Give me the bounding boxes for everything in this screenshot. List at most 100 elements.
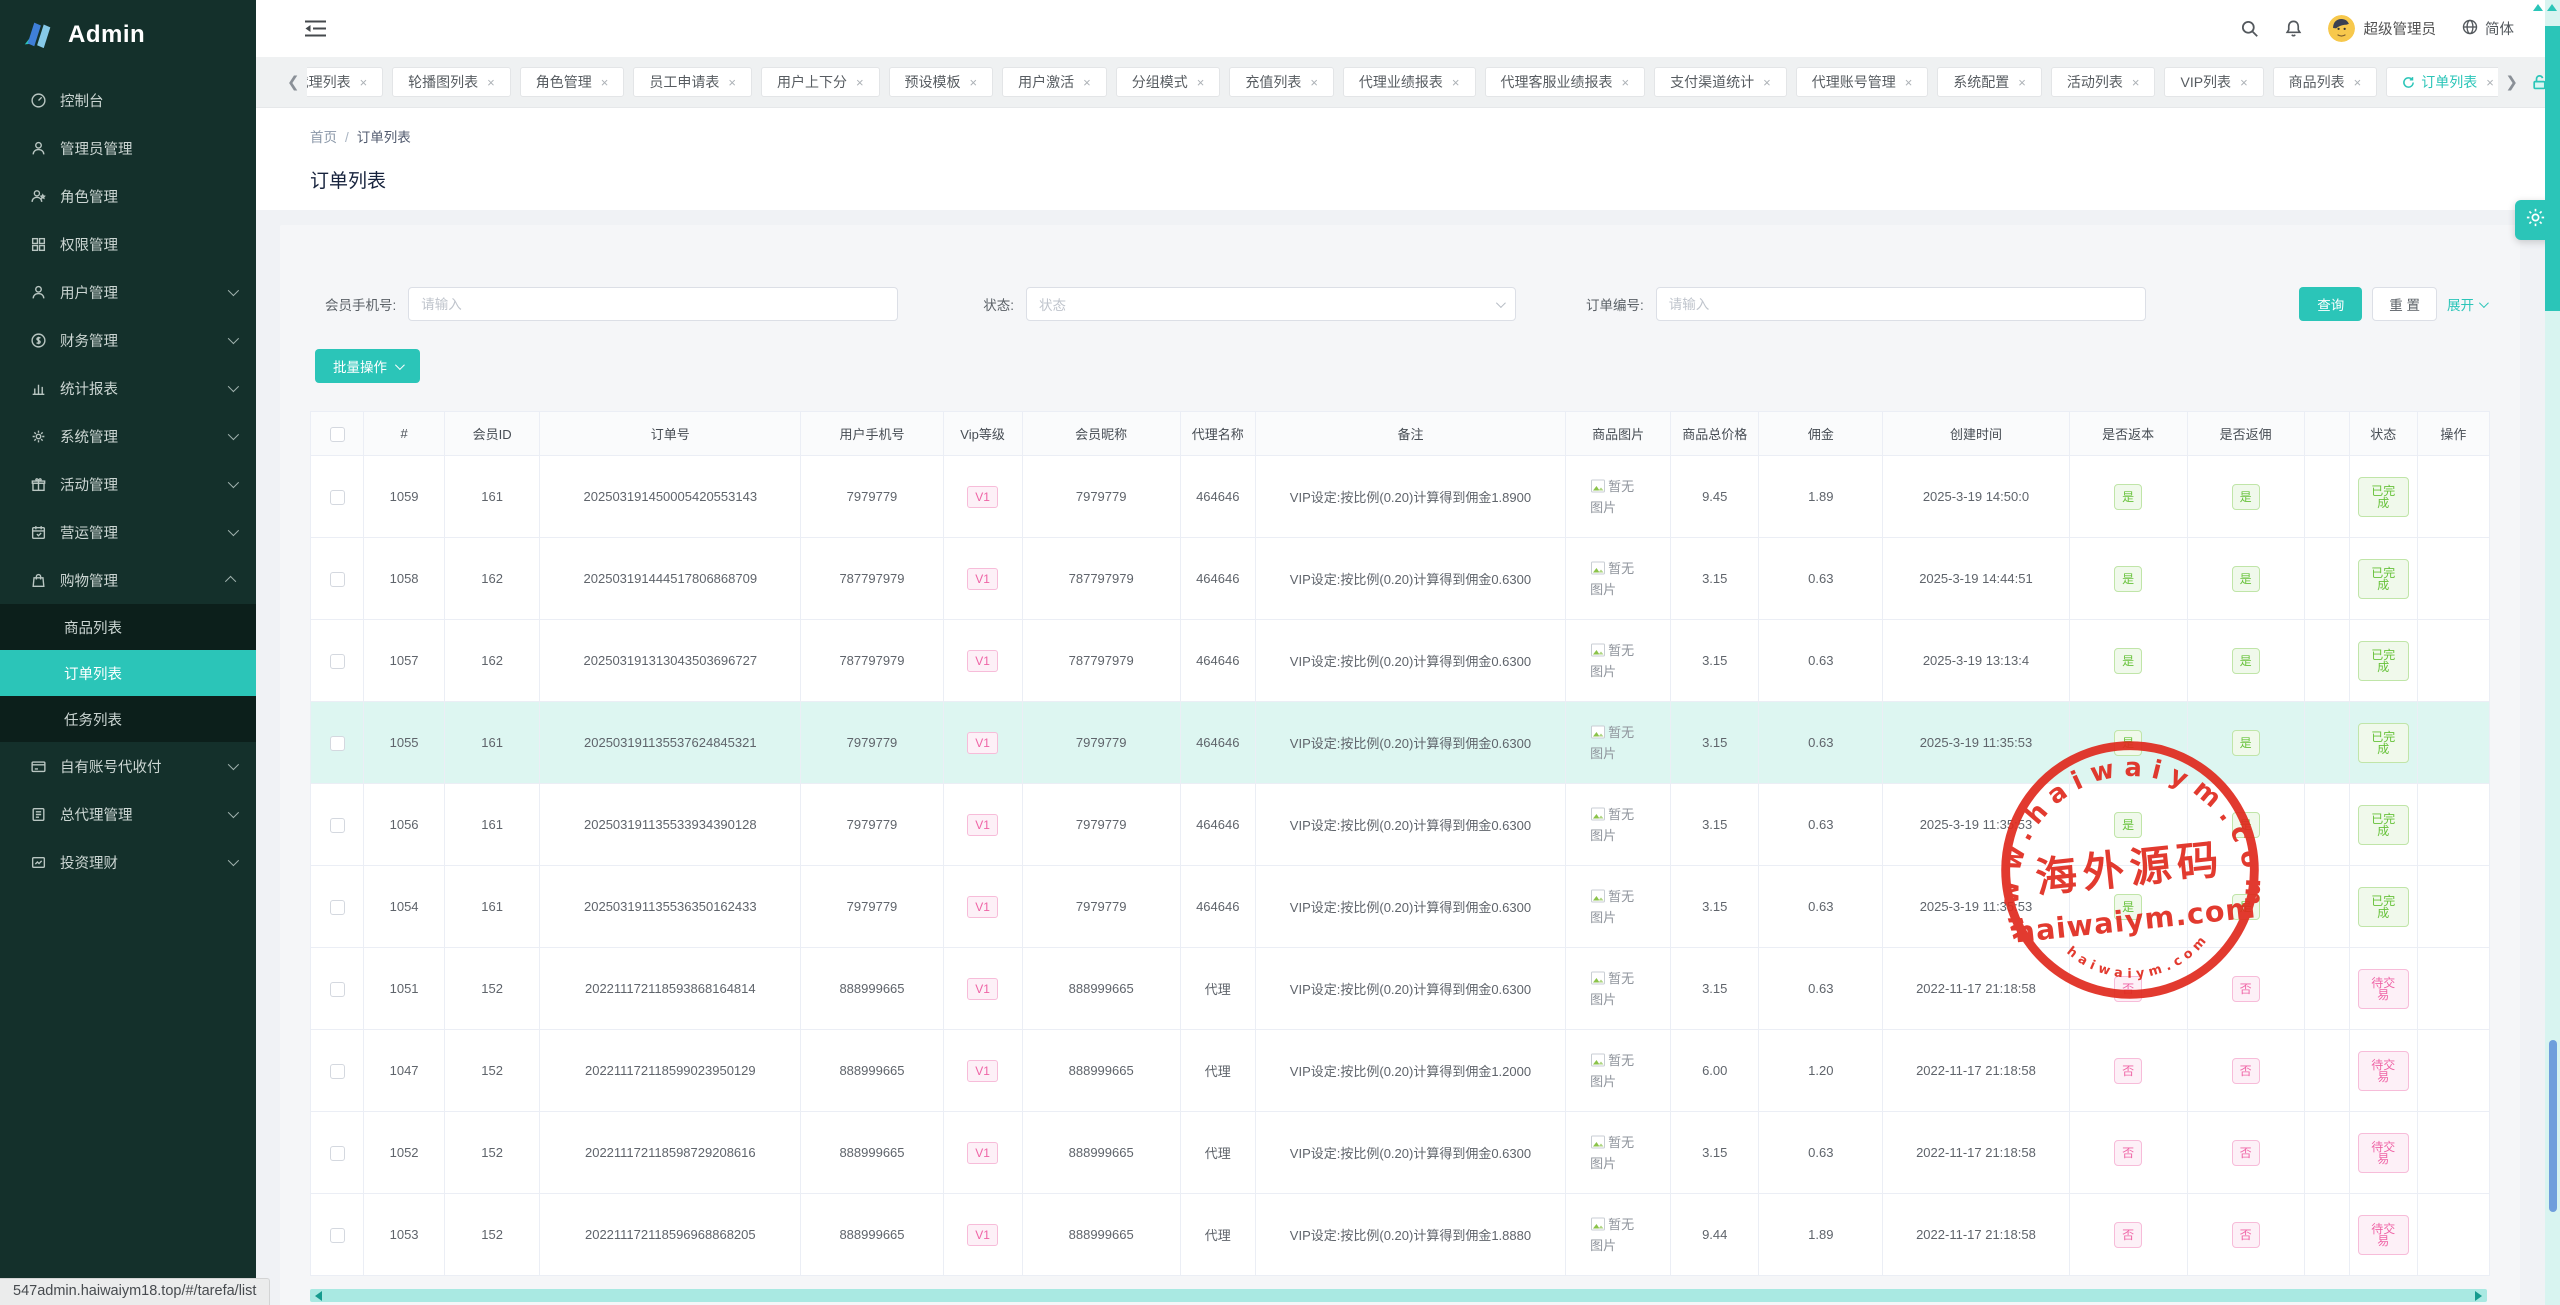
sidebar-item-system[interactable]: 系统管理 xyxy=(0,412,256,460)
brand-logo[interactable]: Admin xyxy=(0,0,256,70)
sidebar-subitem[interactable]: 订单列表 xyxy=(0,650,256,696)
close-icon[interactable]: × xyxy=(2354,75,2362,90)
tab[interactable]: 代理客服业绩报表 × xyxy=(1485,67,1646,97)
close-icon[interactable]: × xyxy=(1310,75,1318,90)
row-checkbox[interactable] xyxy=(330,572,345,587)
close-icon[interactable]: × xyxy=(1905,75,1913,90)
row-checkbox[interactable] xyxy=(330,982,345,997)
row-checkbox[interactable] xyxy=(330,654,345,669)
tab[interactable]: 员工申请表 × xyxy=(633,67,752,97)
sidebar-item-invest[interactable]: 投资理财 xyxy=(0,838,256,886)
close-icon[interactable]: × xyxy=(2018,75,2026,90)
tab[interactable]: 分组模式 × xyxy=(1116,67,1221,97)
select-all-checkbox[interactable] xyxy=(330,427,345,442)
sidebar-item-perm[interactable]: 权限管理 xyxy=(0,220,256,268)
tab[interactable]: 代理列表 × xyxy=(307,67,384,97)
tab[interactable]: 代理业绩报表 × xyxy=(1343,67,1476,97)
close-icon[interactable]: × xyxy=(970,75,978,90)
cell-select xyxy=(311,702,364,784)
close-icon[interactable]: × xyxy=(1452,75,1460,90)
column-header: 创建时间 xyxy=(1883,412,2069,456)
vertical-scrollbar-thumb[interactable] xyxy=(2545,26,2560,311)
tab[interactable]: 预设模板 × xyxy=(889,67,994,97)
close-icon[interactable]: × xyxy=(856,75,864,90)
refresh-icon[interactable] xyxy=(2402,76,2415,89)
row-checkbox[interactable] xyxy=(330,736,345,751)
sidebar-item-finance[interactable]: 财务管理 xyxy=(0,316,256,364)
language-label: 简体 xyxy=(2485,18,2514,39)
sidebar-item-role[interactable]: 角色管理 xyxy=(0,172,256,220)
tabs-scroll-left-icon[interactable]: ❮ xyxy=(280,73,307,91)
close-icon[interactable]: × xyxy=(1763,75,1771,90)
bell-icon[interactable] xyxy=(2284,19,2303,38)
close-icon[interactable]: × xyxy=(2132,75,2140,90)
collapse-sidebar-icon[interactable] xyxy=(304,19,327,38)
sidebar-item-dashboard[interactable]: 控制台 xyxy=(0,76,256,124)
tab[interactable]: 角色管理 × xyxy=(520,67,625,97)
scroll-up-arrow-icon[interactable] xyxy=(2533,4,2543,11)
tab[interactable]: 用户激活 × xyxy=(1002,67,1107,97)
tab[interactable]: 充值列表 × xyxy=(1229,67,1334,97)
tab[interactable]: 订单列表 × xyxy=(2386,67,2498,97)
tab[interactable]: 用户上下分 × xyxy=(761,67,880,97)
expand-link[interactable]: 展开 xyxy=(2447,294,2486,314)
sidebar-item-admin[interactable]: 管理员管理 xyxy=(0,124,256,172)
close-icon[interactable]: × xyxy=(601,75,609,90)
cell-agent: 464646 xyxy=(1180,456,1255,538)
breadcrumb-home[interactable]: 首页 xyxy=(310,130,337,145)
tab[interactable]: 支付渠道统计 × xyxy=(1654,67,1787,97)
cell-return-commission: 是 xyxy=(2187,866,2304,948)
tab[interactable]: 活动列表 × xyxy=(2051,67,2156,97)
sidebar-item-user[interactable]: 用户管理 xyxy=(0,268,256,316)
search-icon[interactable] xyxy=(2240,19,2259,38)
close-icon[interactable]: × xyxy=(2486,75,2494,90)
tab[interactable]: VIP列表 × xyxy=(2164,67,2263,97)
search-button[interactable]: 查询 xyxy=(2299,287,2362,321)
tab-label: 系统配置 xyxy=(1953,72,2009,92)
scroll-right-arrow-icon[interactable] xyxy=(2475,1291,2482,1301)
tab[interactable]: 商品列表 × xyxy=(2273,67,2378,97)
inner-scrollbar-thumb[interactable] xyxy=(2549,1040,2557,1212)
close-icon[interactable]: × xyxy=(728,75,736,90)
row-checkbox[interactable] xyxy=(330,490,345,505)
row-checkbox[interactable] xyxy=(330,900,345,915)
sidebar-item-activity[interactable]: 活动管理 xyxy=(0,460,256,508)
row-checkbox[interactable] xyxy=(330,1064,345,1079)
tabs-scroll-right-icon[interactable]: ❯ xyxy=(2498,73,2525,91)
language-switcher[interactable]: 简体 xyxy=(2461,18,2514,40)
row-checkbox[interactable] xyxy=(330,1146,345,1161)
sidebar-subitem[interactable]: 任务列表 xyxy=(0,696,256,742)
tab[interactable]: 代理账号管理 × xyxy=(1796,67,1929,97)
tab[interactable]: 系统配置 × xyxy=(1937,67,2042,97)
batch-actions-button[interactable]: 批量操作 xyxy=(315,349,420,383)
sidebar-item-operation[interactable]: 营运管理 xyxy=(0,508,256,556)
close-icon[interactable]: × xyxy=(1197,75,1205,90)
sidebar-subitem[interactable]: 商品列表 xyxy=(0,604,256,650)
close-icon[interactable]: × xyxy=(2240,75,2248,90)
close-icon[interactable]: × xyxy=(360,75,368,90)
horizontal-scrollbar[interactable] xyxy=(310,1289,2487,1302)
order-filter-input[interactable] xyxy=(1656,287,2146,321)
scroll-up-arrow-icon[interactable] xyxy=(2547,4,2557,11)
tab[interactable]: 轮播图列表 × xyxy=(392,67,511,97)
phone-filter-input[interactable] xyxy=(408,287,898,321)
sidebar-item-account[interactable]: 自有账号代收付 xyxy=(0,742,256,790)
user-menu[interactable]: 超级管理员 xyxy=(2328,15,2437,42)
scroll-left-arrow-icon[interactable] xyxy=(315,1291,322,1301)
table-row: 1057 162 202503191313043503696727 787797… xyxy=(311,620,2490,702)
cell-product-image: 暂无图片 xyxy=(1566,1112,1671,1194)
close-icon[interactable]: × xyxy=(487,75,495,90)
chevron-icon xyxy=(228,381,239,392)
status-filter-select[interactable]: 状态 xyxy=(1026,287,1516,321)
close-icon[interactable]: × xyxy=(1622,75,1630,90)
cell-spacer xyxy=(2304,538,2349,620)
row-checkbox[interactable] xyxy=(330,818,345,833)
sidebar-item-shopping[interactable]: 购物管理 xyxy=(0,556,256,604)
chevron-icon xyxy=(228,429,239,440)
row-checkbox[interactable] xyxy=(330,1228,345,1243)
close-icon[interactable]: × xyxy=(1083,75,1091,90)
reset-button[interactable]: 重 置 xyxy=(2372,287,2437,321)
sidebar-item-chart[interactable]: 统计报表 xyxy=(0,364,256,412)
sidebar-item-agent[interactable]: 总代理管理 xyxy=(0,790,256,838)
table-row: 1054 161 202503191135536350162433 797977… xyxy=(311,866,2490,948)
